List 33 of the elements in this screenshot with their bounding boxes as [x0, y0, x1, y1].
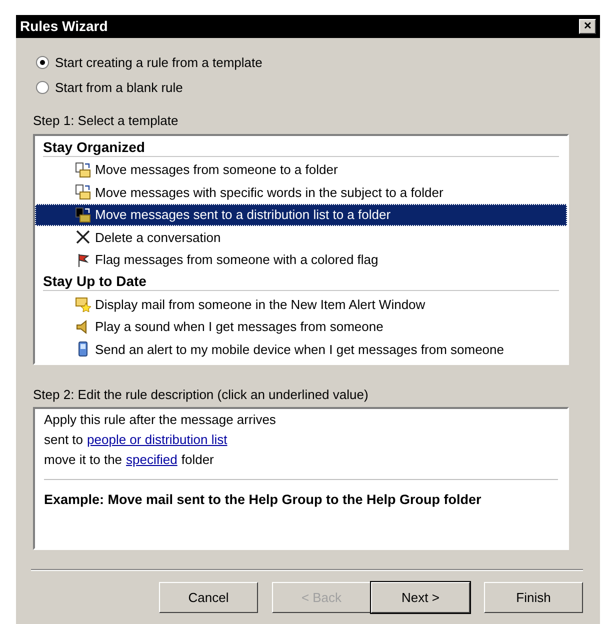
- envelope-star-icon: [75, 296, 91, 312]
- description-text: move it to the: [44, 451, 122, 470]
- description-link[interactable]: specified: [126, 450, 178, 470]
- description-link[interactable]: people or distribution list: [87, 430, 228, 450]
- wizard-button[interactable]: Cancel: [159, 582, 258, 613]
- group-heading: Stay Organized: [43, 136, 559, 156]
- folder-icon: [75, 184, 91, 200]
- template-item[interactable]: Play a sound when I get messages from someone: [35, 316, 567, 338]
- template-item[interactable]: Send an alert to my mobile device when I get messages from someone: [35, 338, 567, 360]
- radio-label[interactable]: Start creating a rule from a template: [55, 52, 262, 72]
- x-icon: [75, 229, 91, 246]
- wizard-button[interactable]: Next >: [371, 582, 470, 613]
- template-item[interactable]: Delete a conversation: [35, 226, 567, 248]
- wizard-button[interactable]: Finish: [484, 582, 583, 613]
- group-heading: Stay Up to Date: [43, 271, 559, 291]
- step-label: Step 1: Select a template: [33, 112, 180, 130]
- template-item[interactable]: Flag messages from someone with a colored flag: [35, 248, 567, 271]
- close-button[interactable]: ✕: [579, 19, 596, 34]
- description-text: Apply this rule after the message arrives: [44, 411, 276, 430]
- description-text: sent to: [44, 431, 84, 450]
- radio-button[interactable]: [36, 56, 49, 69]
- document-folder-icon: [75, 206, 91, 223]
- template-item[interactable]: Display mail from someone in the New Item Alert Window: [35, 293, 567, 316]
- window-title: Rules Wizard: [20, 17, 108, 36]
- step-label: Step 2: Edit the rule description (click an underlined value): [33, 386, 370, 404]
- radio-label[interactable]: Start from a blank rule: [55, 78, 183, 98]
- description-text: folder: [181, 451, 214, 470]
- template-item[interactable]: Move messages from someone to a folder: [35, 158, 567, 181]
- radio-button[interactable]: [36, 81, 49, 94]
- example-text: Example: Move mail sent to the Help Group to the Help Group folder: [44, 492, 482, 507]
- template-item[interactable]: Move messages sent to a distribution list to a folder: [35, 204, 567, 226]
- folder-icon: [75, 162, 91, 178]
- template-item[interactable]: Move messages with specific words in the subject to a folder: [35, 181, 567, 204]
